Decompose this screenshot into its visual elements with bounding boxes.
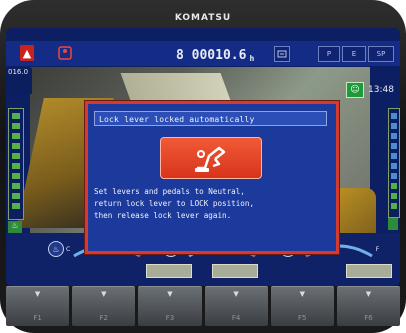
fkey-guide-6 (346, 264, 392, 278)
monitor-device: KOMATSU ▲ 8 00010.6 h P E SP 016.0 ♨ ☺ 1… (0, 0, 406, 333)
coolant-temp-icon: ♨ (48, 241, 64, 257)
seatbelt-warning-icon (56, 45, 74, 61)
coolant-low-label: C (66, 245, 71, 253)
top-status-bar: ▲ 8 00010.6 h P E SP (6, 41, 400, 66)
operator-icon: ☺ (346, 82, 364, 98)
travel-speed-box: SP (368, 46, 394, 62)
hour-meter-unit: h (249, 54, 255, 63)
caution-icon: ▲ (20, 45, 34, 61)
power-mode-box: E (342, 46, 366, 62)
right-bar-icon (388, 218, 398, 230)
hour-meter: 8 00010.6 h (176, 45, 254, 63)
camera-scene-detail (120, 73, 232, 103)
f3-button[interactable]: ▼ F3 (138, 286, 202, 326)
function-button-row: ▼ F1 ▼ F2 ▼ F3 ▼ F4 ▼ F5 ▼ F6 (6, 286, 401, 326)
function-key-guide (6, 264, 400, 278)
f6-button[interactable]: ▼ F6 (336, 286, 401, 326)
clock: 13:48 (368, 85, 394, 95)
monitor-screen: ▲ 8 00010.6 h P E SP 016.0 ♨ ☺ 13:48 ♨ C… (6, 28, 400, 286)
work-mode-box: P (318, 46, 340, 62)
f2-button[interactable]: ▼ F2 (72, 286, 136, 326)
left-bar-icon: ♨ (8, 221, 22, 233)
lock-lever-dialog: Lock lever locked automatically Set leve… (85, 101, 339, 254)
brand-logo: KOMATSU (174, 13, 232, 23)
f1-button[interactable]: ▼ F1 (6, 286, 70, 326)
fuel-level-bar (388, 108, 400, 218)
fuel-high-label: F (375, 245, 380, 253)
f4-button[interactable]: ▼ F4 (204, 286, 268, 326)
left-reading: 016.0 (6, 68, 32, 94)
dialog-message: Set levers and pedals to Neutral, return… (94, 187, 255, 220)
fkey-guide-3 (146, 264, 192, 278)
hour-meter-value: 8 00010.6 (176, 48, 247, 63)
f5-button[interactable]: ▼ F5 (270, 286, 334, 326)
excavator-lock-icon (160, 137, 262, 179)
fkey-guide-4 (212, 264, 258, 278)
maintenance-icon (274, 46, 290, 62)
left-reading-value: 016.0 (8, 68, 29, 76)
engine-coolant-bar (8, 108, 24, 220)
dialog-title: Lock lever locked automatically (94, 111, 327, 126)
